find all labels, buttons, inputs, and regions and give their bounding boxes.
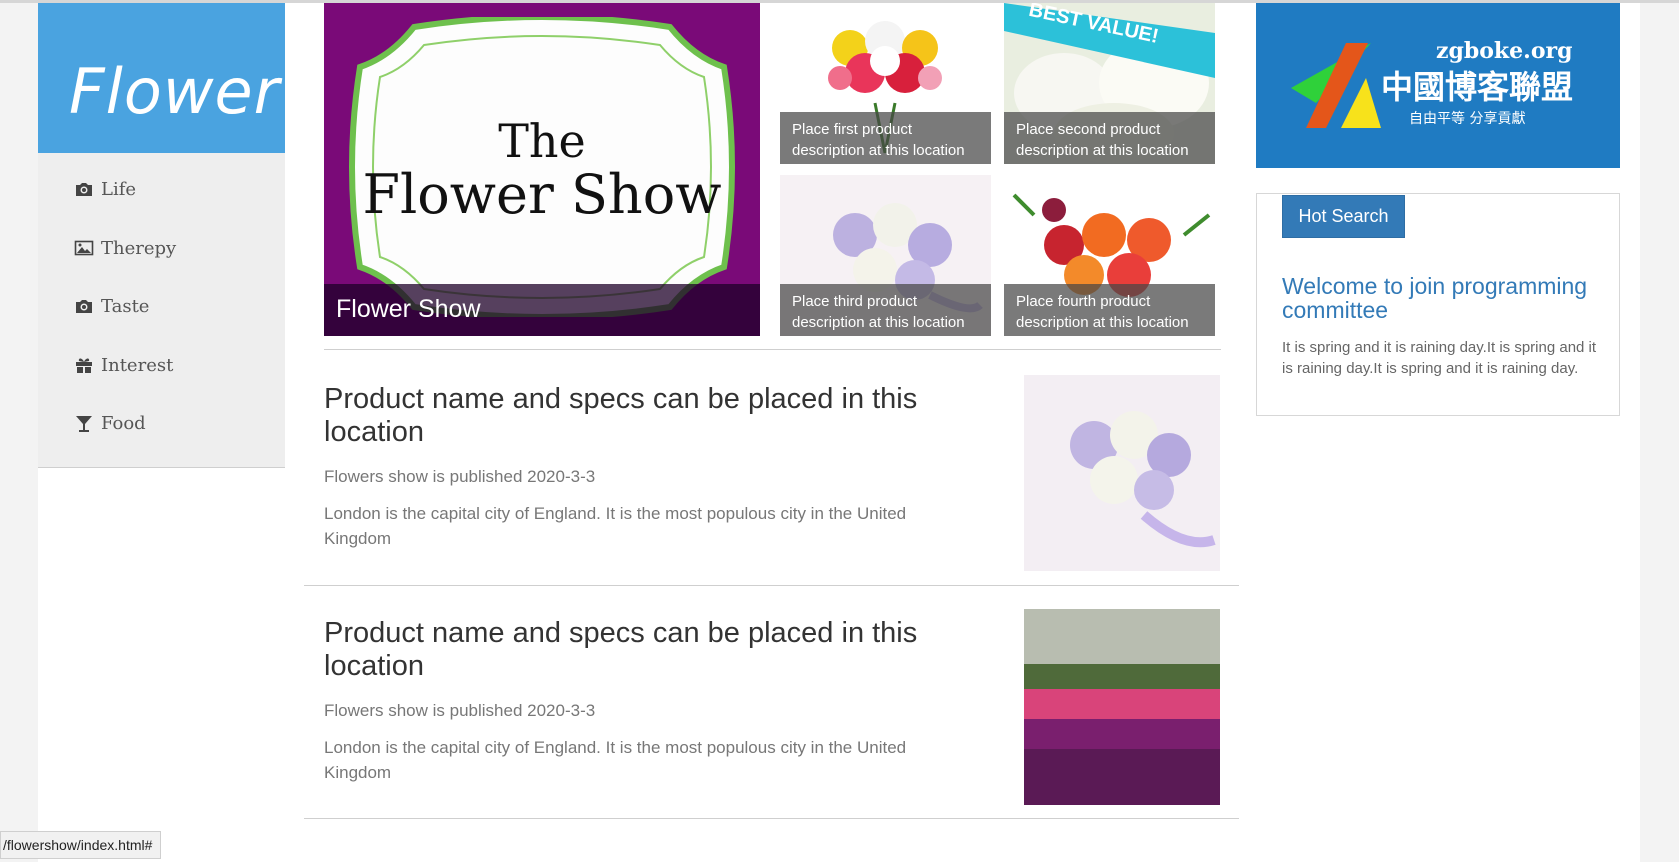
tile-caption-text: Place third product description at this … — [792, 293, 965, 331]
hot-search-link[interactable]: Welcome to join programming committee — [1282, 274, 1602, 322]
sidebar-item-label: Life — [101, 178, 137, 200]
hot-search-button[interactable]: Hot Search — [1282, 195, 1405, 238]
sidebar-nav: Life Therepy Taste Interest Food — [38, 153, 285, 468]
product-tile[interactable]: Place first product description at this … — [780, 3, 991, 164]
article-meta: Flowers show is published 2020-3-3 — [324, 701, 596, 720]
cocktail-icon — [76, 416, 92, 432]
article-meta: Flowers show is published 2020-3-3 — [324, 467, 596, 486]
svg-text:Flower Show: Flower Show — [363, 163, 722, 226]
picture-icon — [74, 240, 94, 256]
svg-text:zgboke.org: zgboke.org — [1436, 38, 1572, 64]
divider — [324, 349, 1221, 350]
article-title[interactable]: Product name and specs can be placed in … — [324, 383, 964, 449]
hot-search-panel: Hot Search Welcome to join programming c… — [1256, 193, 1620, 416]
tile-caption-text: Place second product description at this… — [1016, 121, 1189, 159]
hero-caption: Flower Show — [324, 284, 760, 336]
hot-search-text: It is spring and it is raining day.It is… — [1282, 339, 1597, 377]
tile-caption-text: Place first product description at this … — [792, 121, 965, 159]
sidebar-item-food[interactable]: Food — [74, 408, 146, 438]
product-tile[interactable]: BEST VALUE! Place second product descrip… — [1004, 3, 1215, 164]
camera-icon — [76, 300, 92, 313]
brand-name: Flower — [69, 55, 281, 128]
svg-text:中國博客聯盟: 中國博客聯盟 — [1381, 68, 1573, 106]
sidebar-item-interest[interactable]: Interest — [74, 350, 173, 380]
status-bar-url: /flowershow/index.html# — [0, 831, 162, 859]
brand-logo[interactable]: Flower — [38, 3, 285, 153]
sidebar-item-label: Food — [101, 412, 146, 434]
tile-caption: Place fourth product description at this… — [1004, 284, 1215, 336]
article-description: London is the capital city of England. I… — [324, 504, 907, 548]
sidebar-item-label: Taste — [101, 295, 150, 317]
hero-caption-text: Flower Show — [336, 295, 481, 323]
sidebar-item-label: Interest — [101, 354, 174, 376]
page-container: Flower Life Therepy Taste Interest Food … — [38, 3, 1640, 862]
divider — [304, 585, 1239, 586]
article-thumbnail[interactable] — [1024, 375, 1220, 571]
camera-icon — [76, 183, 92, 196]
svg-text:The: The — [498, 114, 586, 168]
gift-icon — [76, 358, 92, 373]
tile-caption-text: Place fourth product description at this… — [1016, 293, 1189, 331]
tile-caption: Place second product description at this… — [1004, 112, 1215, 164]
product-tile[interactable]: Place third product description at this … — [780, 175, 991, 336]
sidebar-item-therepy[interactable]: Therepy — [74, 233, 176, 263]
tile-caption: Place first product description at this … — [780, 112, 991, 164]
blog-alliance-logo: zgboke.org 中國博客聯盟 自由平等 分享貢獻 — [1256, 3, 1620, 168]
flower-show-banner-image: The Flower Show — [349, 17, 735, 317]
svg-text:自由平等 分享貢獻: 自由平等 分享貢獻 — [1409, 110, 1525, 127]
article-thumbnail[interactable] — [1024, 609, 1220, 805]
divider — [304, 818, 1239, 819]
product-tile[interactable]: Place fourth product description at this… — [1004, 175, 1215, 336]
sidebar-item-label: Therepy — [101, 237, 177, 259]
article-title[interactable]: Product name and specs can be placed in … — [324, 617, 964, 683]
ad-banner[interactable]: zgboke.org 中國博客聯盟 自由平等 分享貢獻 — [1256, 3, 1620, 168]
article-description: London is the capital city of England. I… — [324, 738, 907, 782]
tile-caption: Place third product description at this … — [780, 284, 991, 336]
sidebar-item-taste[interactable]: Taste — [74, 291, 149, 321]
hero-banner[interactable]: The Flower Show Flower Show — [324, 3, 760, 336]
sidebar-item-life[interactable]: Life — [74, 174, 136, 204]
